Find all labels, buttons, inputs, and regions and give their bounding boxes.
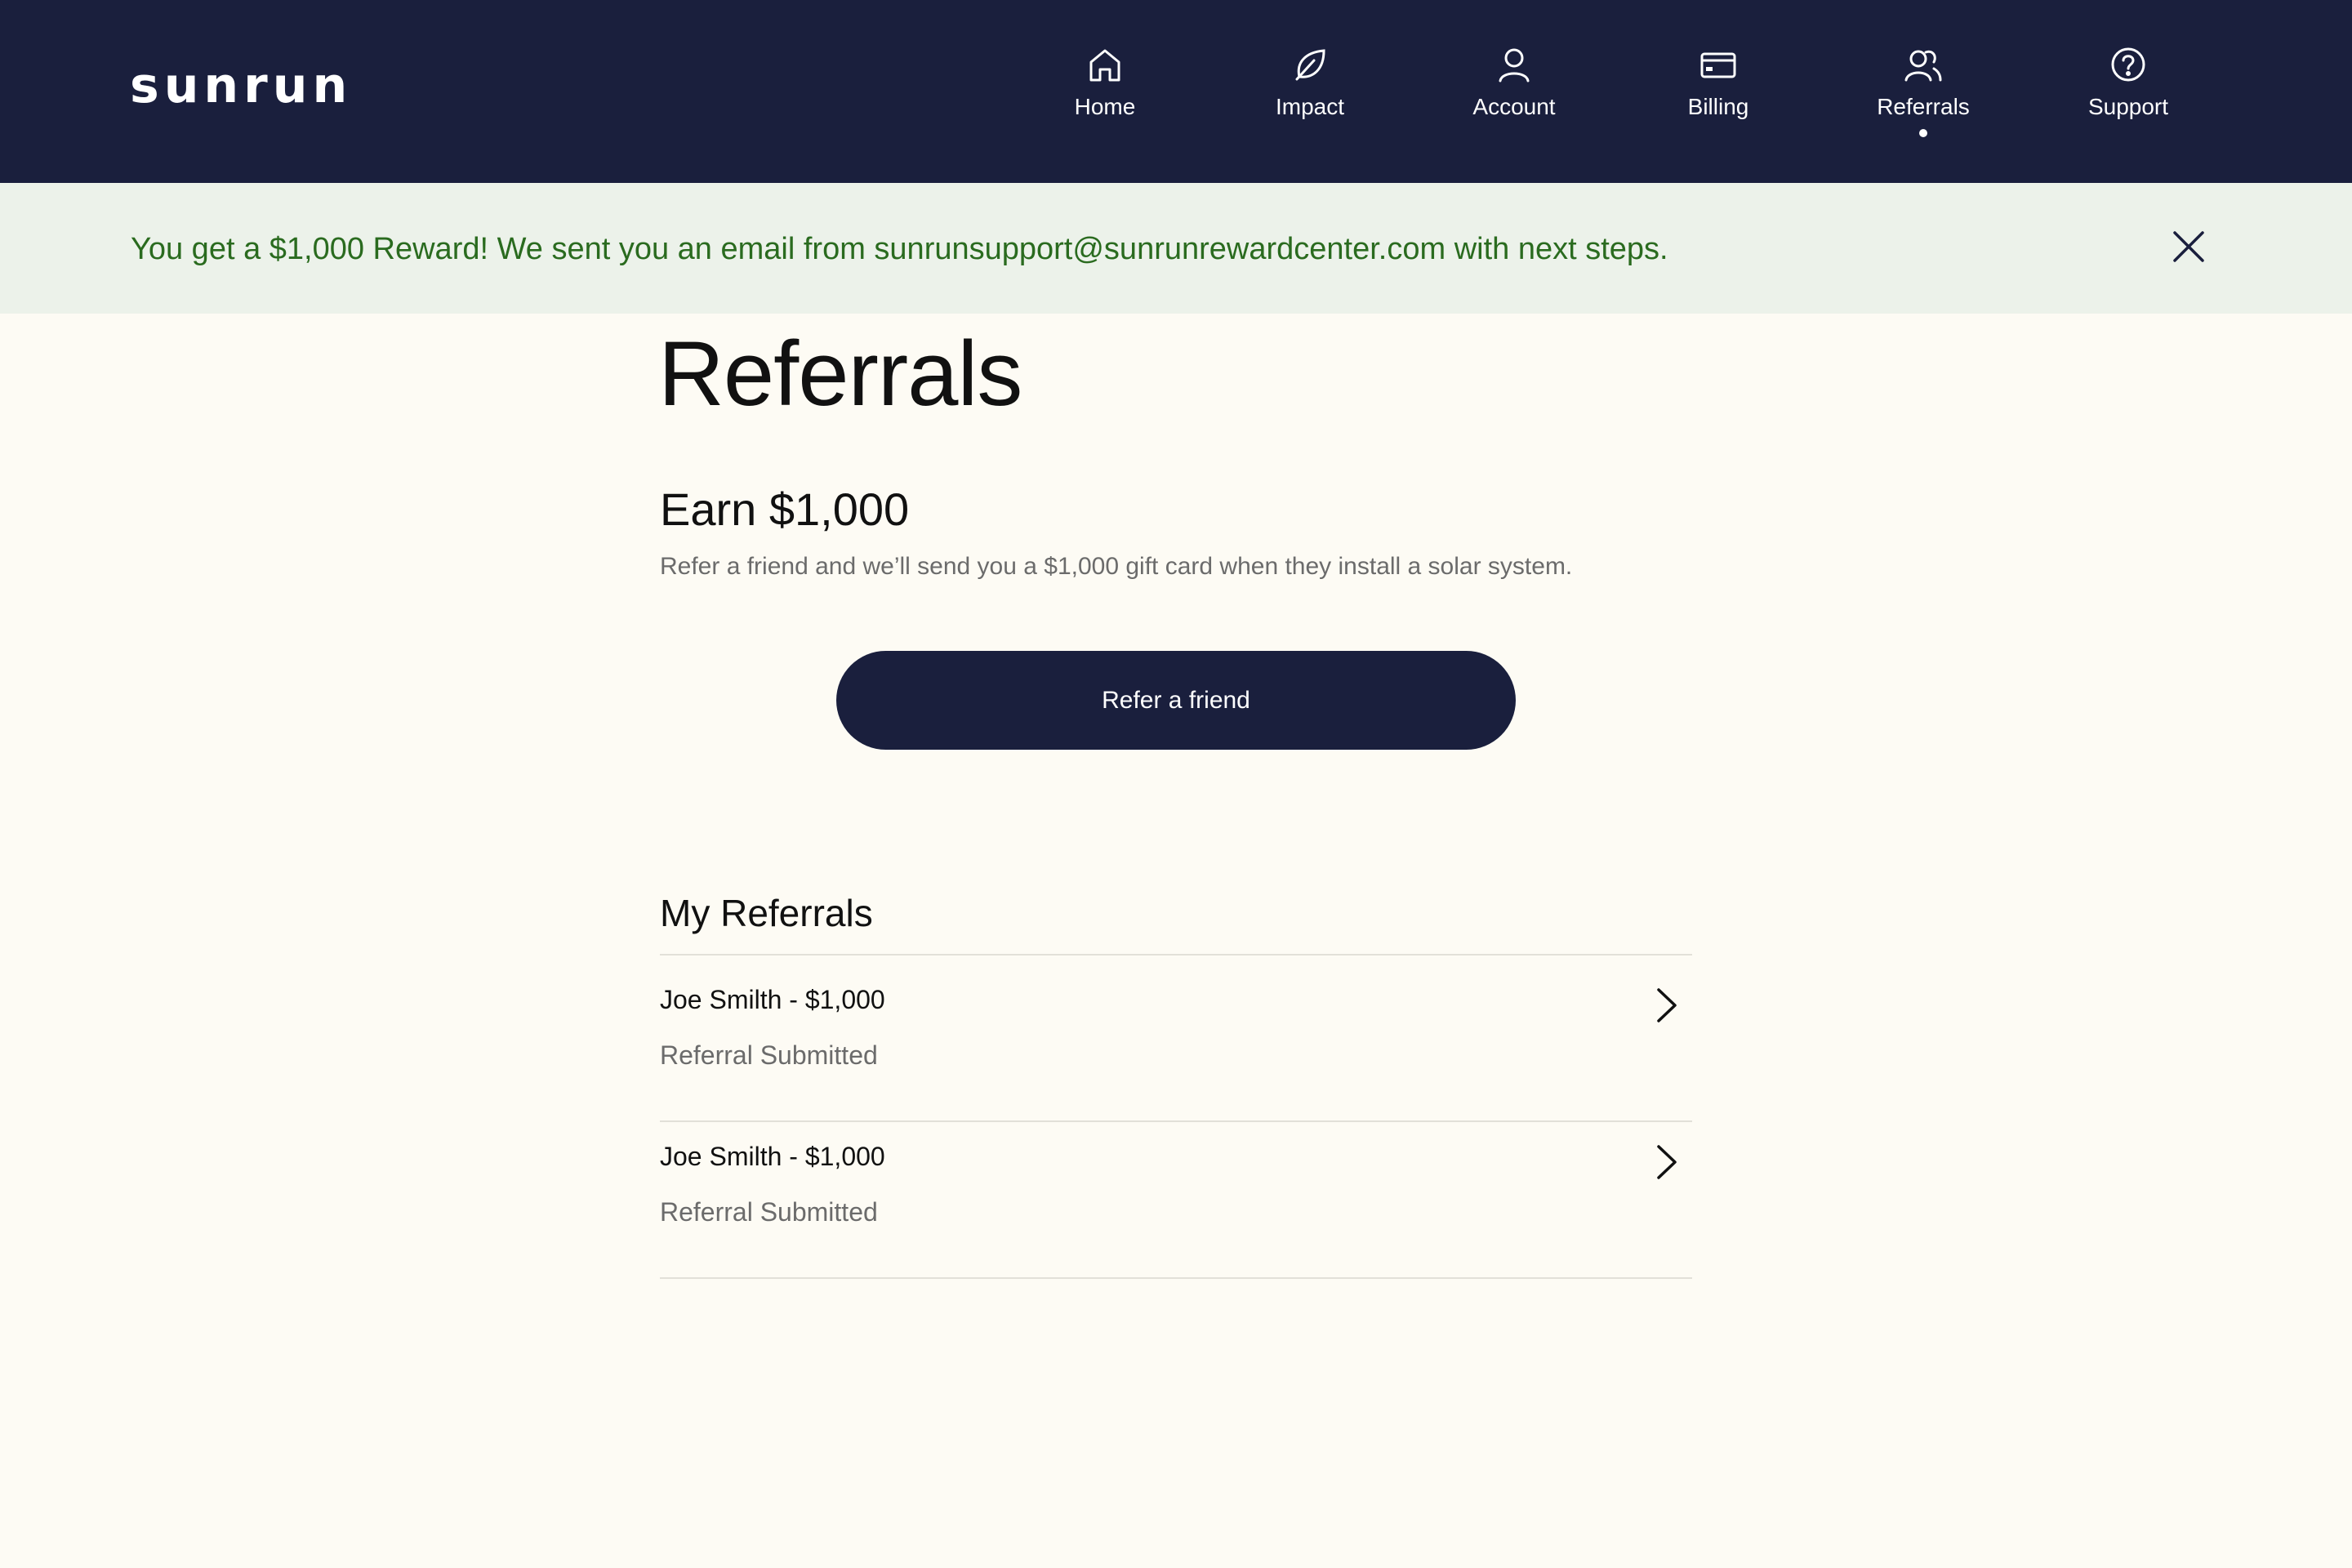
sunrun-logo[interactable]: sunrun [130, 57, 352, 114]
nav-label-impact: Impact [1275, 94, 1345, 119]
nav-label-billing: Billing [1687, 94, 1749, 119]
reward-banner: You get a $1,000 Reward! We sent you an … [0, 183, 2352, 314]
nav-label-home: Home [1074, 94, 1136, 119]
referral-status: Referral Submitted [660, 1197, 878, 1227]
nav-item-support[interactable]: Support [2047, 44, 2210, 121]
nav-item-account[interactable]: Account [1432, 44, 1596, 121]
referral-status: Referral Submitted [660, 1040, 878, 1070]
page-title: Referrals [658, 323, 1022, 425]
nav-label-account: Account [1472, 94, 1556, 119]
close-icon[interactable] [2171, 229, 2207, 265]
top-navigation-bar: sunrun Home Impact Account Billing Refer… [0, 0, 2352, 183]
chevron-right-icon [1657, 1145, 1677, 1179]
my-referrals-heading: My Referrals [660, 892, 873, 934]
referral-name: Joe Smilth - $1,000 [660, 985, 885, 1014]
users-icon [1904, 50, 1942, 82]
referral-list-item[interactable]: Joe Smilth - $1,000 Referral Submitted [660, 1112, 1692, 1267]
nav-item-billing[interactable]: Billing [1637, 44, 1800, 121]
earn-description: Refer a friend and we’ll send you a $1,0… [660, 553, 1573, 580]
nav-item-home[interactable]: Home [1023, 44, 1187, 121]
nav-label-support: Support [2087, 94, 2169, 119]
active-indicator-dot [1919, 129, 1927, 137]
leaf-icon [1295, 49, 1325, 81]
divider [660, 1277, 1692, 1279]
earn-heading: Earn $1,000 [660, 483, 910, 535]
question-circle-icon [2111, 47, 2145, 82]
nav-item-impact[interactable]: Impact [1228, 44, 1392, 121]
nav-label-referrals: Referrals [1877, 94, 1970, 119]
referral-list-item[interactable]: Joe Smilth - $1,000 Referral Submitted [660, 956, 1692, 1111]
user-icon [1499, 48, 1530, 82]
chevron-right-icon [1657, 988, 1677, 1022]
home-icon [1089, 49, 1120, 82]
referral-name: Joe Smilth - $1,000 [660, 1142, 885, 1171]
banner-message: You get a $1,000 Reward! We sent you an … [131, 232, 1668, 266]
refer-a-friend-button[interactable]: Refer a friend [836, 651, 1516, 750]
credit-card-icon [1700, 52, 1736, 78]
nav-item-referrals[interactable]: Referrals [1842, 44, 2005, 137]
